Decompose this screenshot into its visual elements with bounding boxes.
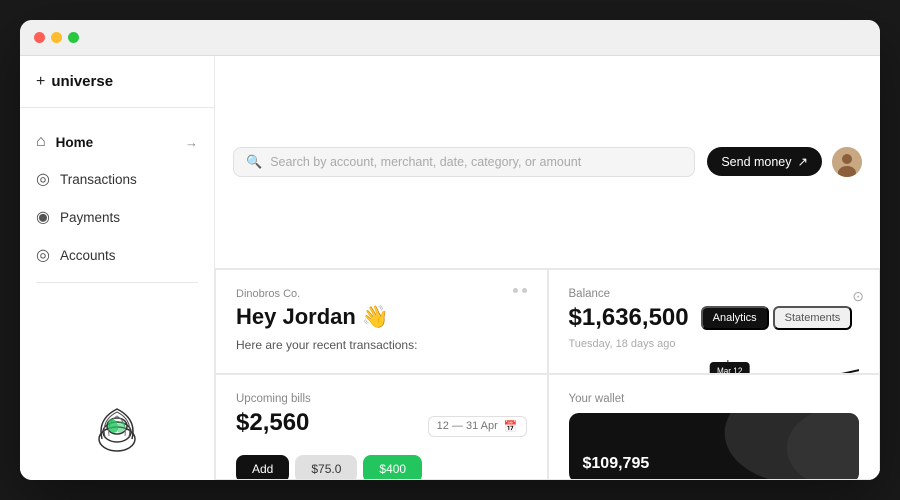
traffic-lights xyxy=(34,32,79,43)
main-layout: + universe ⌂ Home → ◎ Transactions ◉ Pay… xyxy=(20,56,880,480)
transaction-list: Hold 🐵 Mailchimp -$350 Apr 03 ▲ Atlassia… xyxy=(236,366,527,375)
settings-icon[interactable]: ⊙ xyxy=(852,288,864,305)
bills-card: Upcoming bills $2,560 12 — 31 Apr 📅 Add … xyxy=(215,374,548,480)
logo: + universe xyxy=(36,73,113,91)
card-menu-dots[interactable] xyxy=(513,288,527,293)
sidebar-item-label-home: Home xyxy=(56,135,94,150)
balance-chart: Mar 12 xyxy=(569,360,860,375)
chart-svg: Mar 12 xyxy=(569,360,860,375)
send-money-icon: ↗ xyxy=(798,154,808,169)
dot-2 xyxy=(522,288,527,293)
balance-amount: $1,636,500 xyxy=(569,304,689,332)
bills-amount: $2,560 xyxy=(236,409,309,437)
wallet-amount: $109,795 xyxy=(583,455,846,473)
bills-amount-button-2[interactable]: $400 xyxy=(363,455,422,480)
search-bar[interactable]: 🔍 Search by account, merchant, date, cat… xyxy=(233,147,695,177)
balance-tabs: Analytics Statements xyxy=(701,306,853,330)
shell-graphic xyxy=(77,384,157,464)
close-button[interactable] xyxy=(34,32,45,43)
header-actions: Send money ↗ xyxy=(707,147,862,177)
transactions-icon: ◎ xyxy=(36,169,50,189)
sidebar-item-label-accounts: Accounts xyxy=(60,248,116,263)
sidebar: + universe ⌂ Home → ◎ Transactions ◉ Pay… xyxy=(20,56,215,480)
home-arrow-icon: → xyxy=(185,135,198,150)
wallet-card: Your wallet $109,795 xyxy=(548,374,881,480)
svg-text:Mar 12: Mar 12 xyxy=(716,365,742,374)
app-window: + universe ⌂ Home → ◎ Transactions ◉ Pay… xyxy=(20,20,880,480)
content-grid: Dinobros Co. Hey Jordan 👋 Here are your … xyxy=(215,269,880,481)
calendar-icon: 📅 xyxy=(504,420,518,433)
company-name: Dinobros Co. xyxy=(236,288,300,300)
tab-analytics[interactable]: Analytics xyxy=(701,306,769,330)
bills-add-button[interactable]: Add xyxy=(236,455,289,480)
table-row: Hold 🐵 Mailchimp -$350 xyxy=(236,366,527,375)
sidebar-item-home[interactable]: ⌂ Home → xyxy=(20,124,214,160)
wallet-visual: $109,795 xyxy=(569,413,860,480)
logo-icon: + xyxy=(36,73,45,91)
minimize-button[interactable] xyxy=(51,32,62,43)
bills-amount-button-1[interactable]: $75.0 xyxy=(295,455,357,480)
dot-1 xyxy=(513,288,518,293)
avatar-image xyxy=(832,147,862,177)
bills-label: Upcoming bills xyxy=(236,393,527,405)
greeting-card: Dinobros Co. Hey Jordan 👋 Here are your … xyxy=(215,269,548,375)
tab-statements[interactable]: Statements xyxy=(773,306,853,330)
sidebar-item-transactions[interactable]: ◎ Transactions xyxy=(20,160,214,198)
search-icon: 🔍 xyxy=(246,154,262,170)
balance-card: Balance $1,636,500 Analytics Statements … xyxy=(548,269,881,375)
sidebar-item-payments[interactable]: ◉ Payments xyxy=(20,198,214,236)
top-header: 🔍 Search by account, merchant, date, cat… xyxy=(215,56,880,269)
sidebar-item-label-payments: Payments xyxy=(60,210,120,225)
balance-left: Balance $1,636,500 Analytics Statements … xyxy=(569,288,853,360)
balance-date: Tuesday, 18 days ago xyxy=(569,338,853,350)
home-icon: ⌂ xyxy=(36,133,46,151)
payments-icon: ◉ xyxy=(36,207,50,227)
balance-label: Balance xyxy=(569,288,853,300)
maximize-button[interactable] xyxy=(68,32,79,43)
content-area: 🔍 Search by account, merchant, date, cat… xyxy=(215,56,880,480)
accounts-icon: ◎ xyxy=(36,245,50,265)
bills-date-text: 12 — 31 Apr xyxy=(437,420,498,432)
send-money-label: Send money xyxy=(721,155,791,169)
sidebar-logo-area: + universe xyxy=(20,56,215,108)
greeting-subtitle: Here are your recent transactions: xyxy=(236,338,527,352)
balance-row: $1,636,500 Analytics Statements xyxy=(569,304,853,332)
title-bar xyxy=(20,20,880,56)
greeting-card-header: Dinobros Co. xyxy=(236,288,527,304)
sidebar-divider xyxy=(36,282,198,283)
sidebar-item-label-transactions: Transactions xyxy=(60,172,137,187)
bills-buttons: Add $75.0 $400 xyxy=(236,455,527,480)
bills-date-range: 12 — 31 Apr 📅 xyxy=(428,416,527,437)
sidebar-bottom xyxy=(20,368,214,480)
balance-card-header: Balance $1,636,500 Analytics Statements … xyxy=(569,288,860,360)
wallet-label: Your wallet xyxy=(569,393,860,405)
sidebar-item-accounts[interactable]: ◎ Accounts xyxy=(20,236,214,274)
sidebar-nav: ⌂ Home → ◎ Transactions ◉ Payments ◎ Acc… xyxy=(20,108,214,368)
logo-text: universe xyxy=(51,73,113,90)
search-placeholder: Search by account, merchant, date, categ… xyxy=(270,155,682,169)
send-money-button[interactable]: Send money ↗ xyxy=(707,147,822,176)
greeting-title: Hey Jordan 👋 xyxy=(236,304,527,330)
avatar[interactable] xyxy=(832,147,862,177)
